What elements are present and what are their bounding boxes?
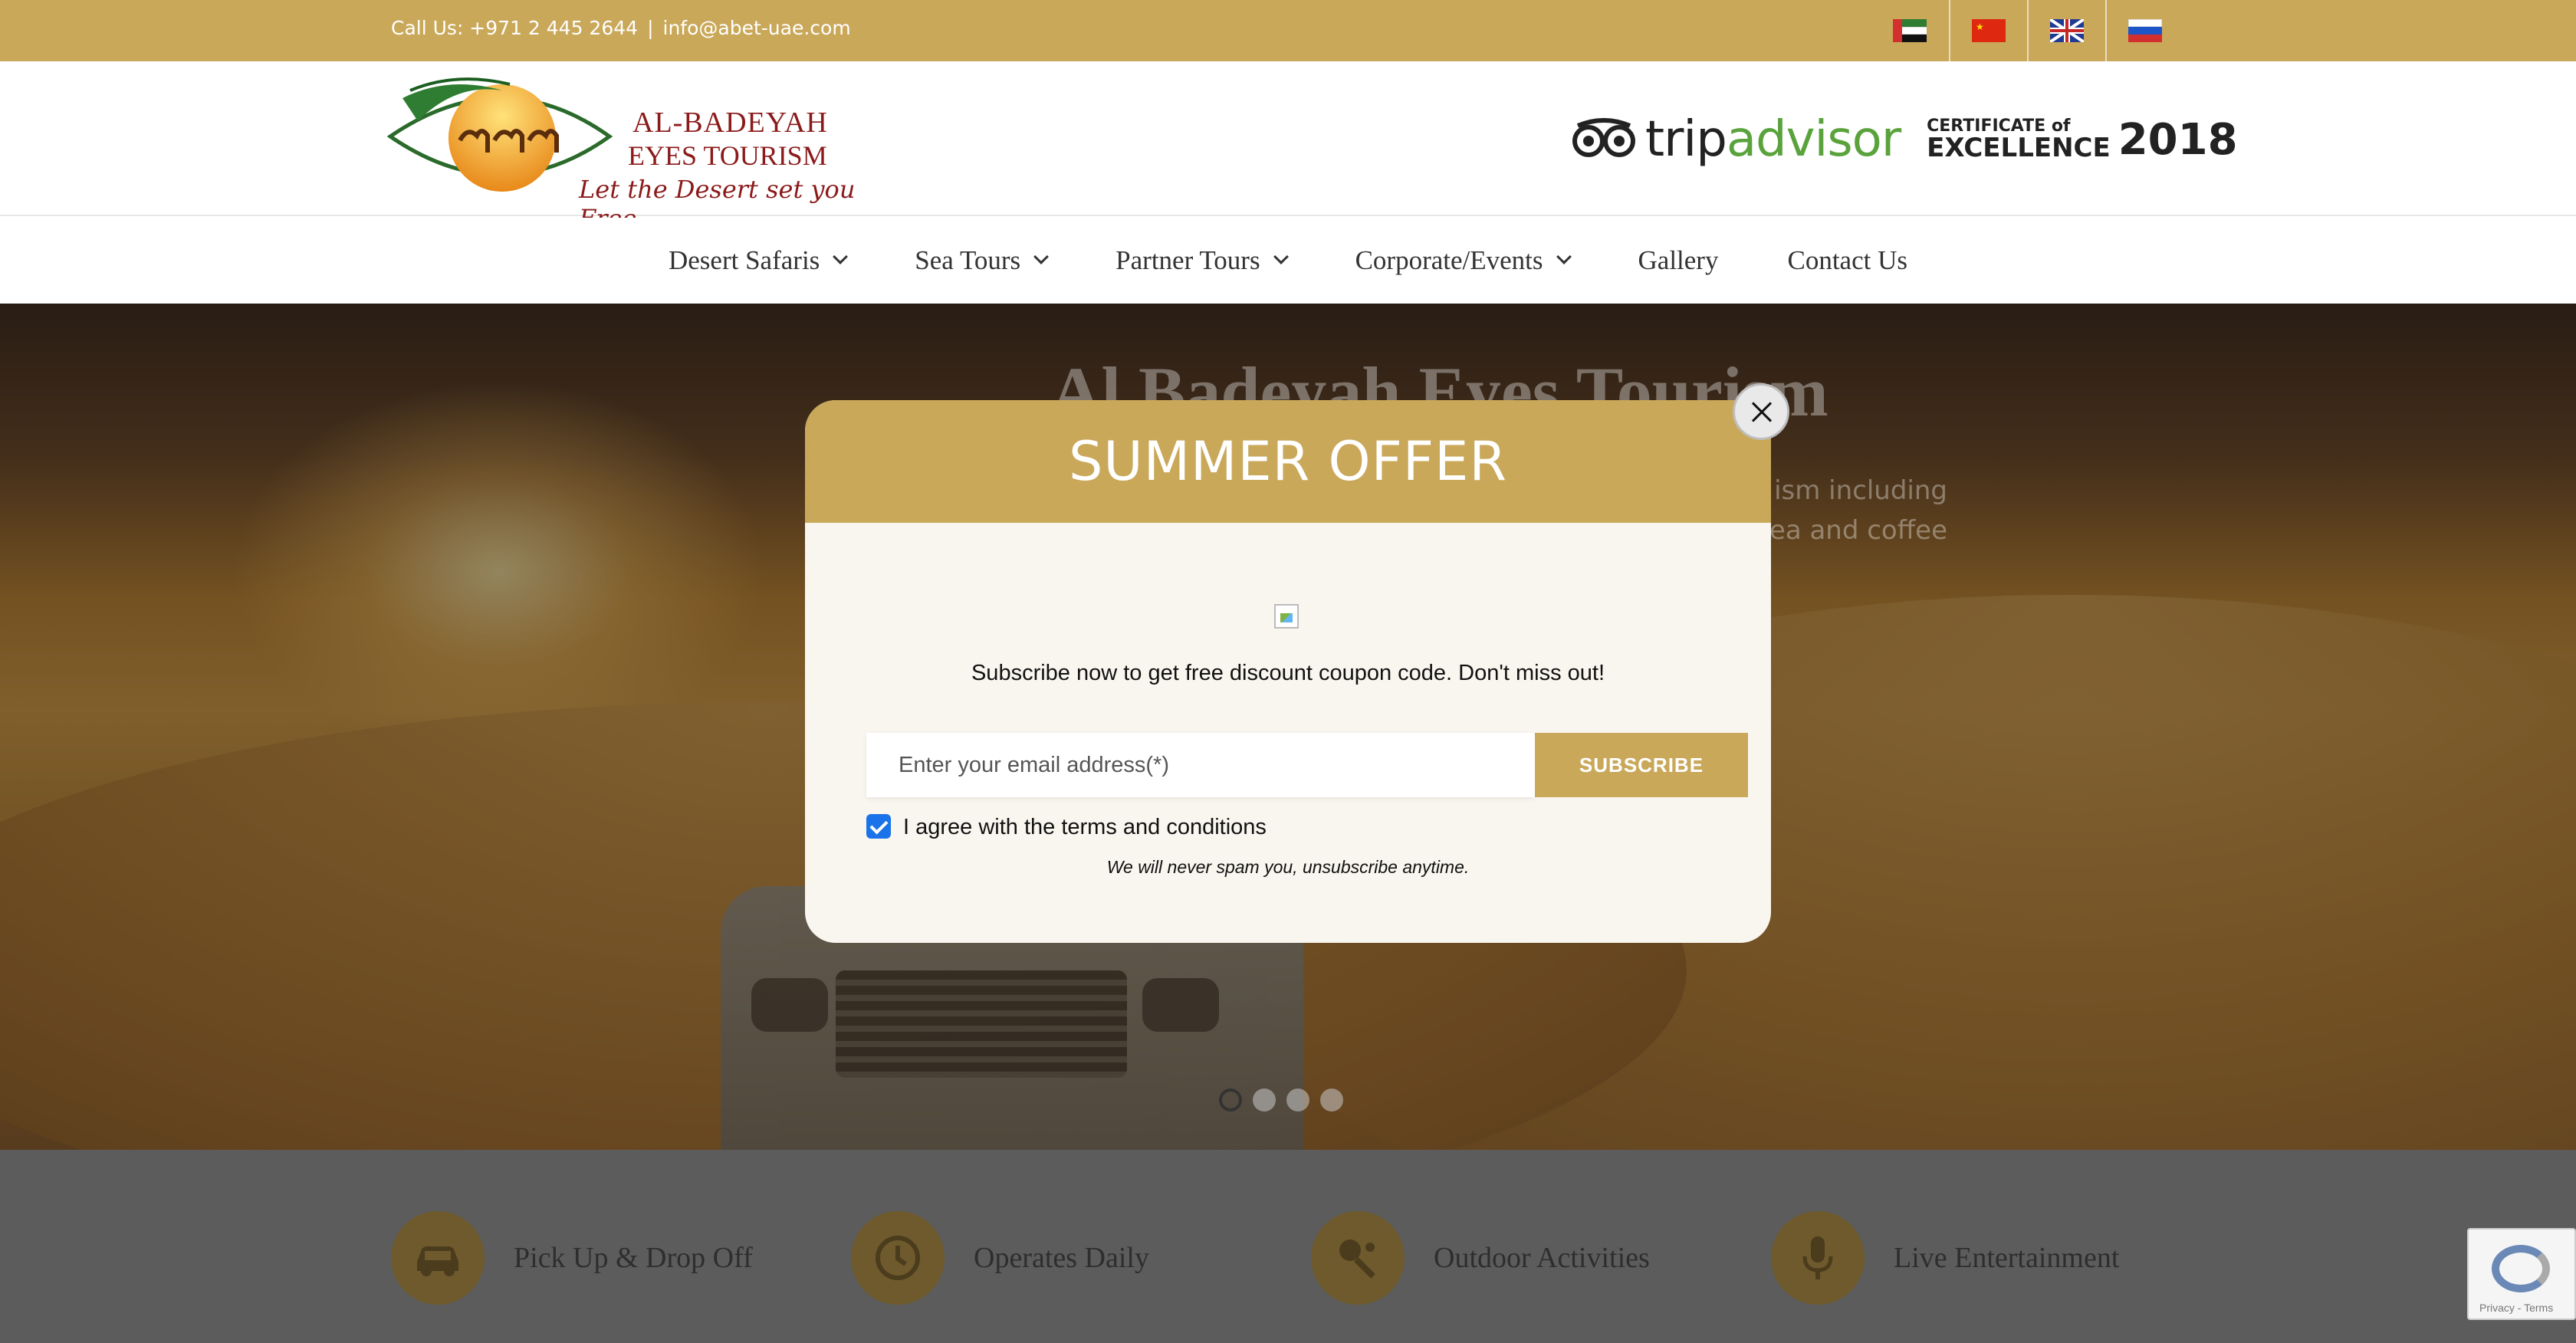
agree-checkbox[interactable] (866, 814, 891, 839)
modal-message: Subscribe now to get free discount coupo… (971, 661, 1605, 685)
chevron-down-icon (833, 249, 849, 264)
logo-line-2: EYES TOURISM (628, 140, 827, 171)
lang-arabic[interactable] (1871, 0, 1949, 61)
logo-line-1: AL-BADEYAH (632, 107, 828, 139)
slider-dot[interactable] (1219, 1089, 1242, 1112)
close-modal-button[interactable] (1733, 383, 1789, 440)
top-bar: Call Us: +971 2 445 2644 | info@abet-uae.c… (0, 0, 2576, 61)
site-logo[interactable]: AL-BADEYAH EYES TOURISM Let the Desert s… (387, 75, 878, 233)
chevron-down-icon (1556, 249, 1572, 264)
slider-dot[interactable] (1320, 1089, 1343, 1112)
nav-corporate-events[interactable]: Corporate/Events (1355, 245, 1572, 276)
contact-info: Call Us: +971 2 445 2644 | info@abet-uae.c… (391, 17, 851, 39)
activities-icon (1311, 1211, 1405, 1305)
agree-label[interactable]: I agree with the terms and conditions (903, 815, 1267, 840)
feature-daily: Operates Daily (851, 1211, 1149, 1305)
clock-icon (851, 1211, 945, 1305)
contact-email[interactable]: info@abet-uae.com (663, 17, 851, 39)
summer-offer-modal: SUMMER OFFER Subscribe now to get free d… (805, 400, 1771, 943)
subscribe-button[interactable]: SUBSCRIBE (1535, 733, 1748, 797)
lang-english[interactable] (2027, 0, 2105, 61)
nav-sea-tours[interactable]: Sea Tours (915, 245, 1050, 276)
recaptcha-badge[interactable]: Privacy - Terms (2467, 1228, 2576, 1320)
contact-separator: | (647, 17, 654, 39)
microphone-icon (1771, 1211, 1865, 1305)
spam-note: We will never spam you, unsubscribe anyt… (1106, 857, 1470, 877)
site-header: AL-BADEYAH EYES TOURISM Let the Desert s… (0, 61, 2576, 233)
modal-header: SUMMER OFFER (805, 400, 1771, 523)
chevron-down-icon (1273, 249, 1289, 264)
nav-contact-us[interactable]: Contact Us (1787, 245, 1907, 276)
modal-title: SUMMER OFFER (1068, 430, 1508, 493)
feature-outdoor: Outdoor Activities (1311, 1211, 1650, 1305)
uae-flag-icon (1893, 19, 1927, 42)
car-icon (391, 1211, 485, 1305)
lang-chinese[interactable]: ★ (1949, 0, 2027, 61)
tripadvisor-certificate[interactable]: tripadvisor CERTIFICATE of EXCELLENCE 20… (1572, 111, 2238, 168)
tripadvisor-owl-icon (1572, 118, 1635, 157)
chevron-down-icon (1033, 249, 1050, 264)
contact-phone[interactable]: Call Us: +971 2 445 2644 (391, 17, 638, 39)
nav-desert-safaris[interactable]: Desert Safaris (669, 245, 849, 276)
slider-dot[interactable] (1253, 1089, 1276, 1112)
broken-image-icon (1274, 604, 1299, 629)
uk-flag-icon (2050, 19, 2084, 42)
certificate-text: CERTIFICATE of EXCELLENCE (1927, 117, 2111, 163)
lang-russian[interactable] (2105, 0, 2183, 61)
certificate-year: 2018 (2118, 114, 2238, 165)
email-input[interactable] (866, 733, 1535, 797)
feature-pickup: Pick Up & Drop Off (391, 1211, 753, 1305)
nav-partner-tours[interactable]: Partner Tours (1116, 245, 1289, 276)
recaptcha-icon (2492, 1245, 2550, 1292)
features-strip: Pick Up & Drop Off Operates Daily Outdoo… (0, 1150, 2576, 1343)
feature-entertainment: Live Entertainment (1771, 1211, 2119, 1305)
china-flag-icon: ★ (1972, 19, 2006, 42)
slider-dot[interactable] (1286, 1089, 1309, 1112)
russia-flag-icon (2128, 19, 2162, 42)
slider-pagination (1219, 1089, 1343, 1112)
nav-gallery[interactable]: Gallery (1638, 245, 1719, 276)
tripadvisor-wordmark: tripadvisor (1645, 111, 1901, 168)
main-nav: Desert Safaris Sea Tours Partner Tours C… (0, 218, 2576, 304)
language-switcher: ★ (1871, 0, 2183, 61)
